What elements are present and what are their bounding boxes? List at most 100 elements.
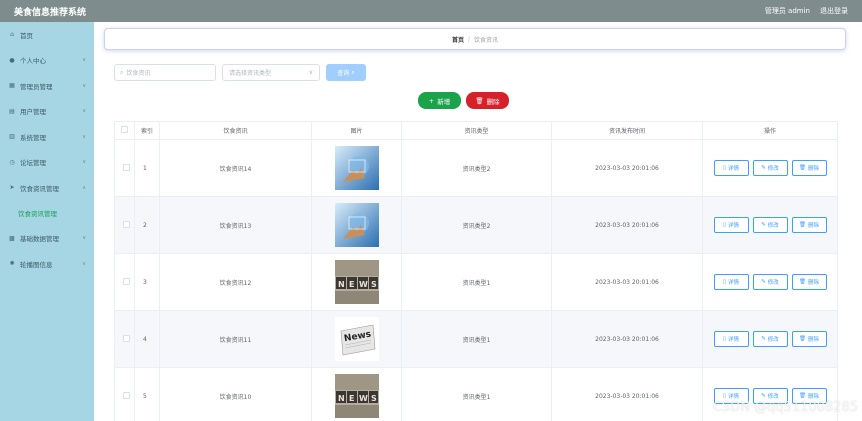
sidebar: ⌂ 首页 ● 个人中心 ∨ ▦ 管理员管理 ∨ ▤ 用户管理 ∨ ▥ 系统管理 …	[0, 22, 94, 421]
select-all-cell[interactable]	[114, 121, 135, 140]
edit-button-label: 修改	[767, 166, 779, 172]
trash-icon: 🗑	[799, 165, 806, 171]
svg-text:E: E	[349, 394, 354, 403]
svg-text:W: W	[359, 394, 368, 403]
sidebar-item-home[interactable]: ⌂ 首页	[0, 22, 94, 48]
edit-button-label: 修改	[767, 223, 779, 229]
search-icon: ⌕	[120, 68, 124, 76]
add-button[interactable]: + 新增	[418, 92, 461, 109]
edit-button-label: 修改	[767, 280, 779, 286]
search-input[interactable]: ⌕ 饮食资讯	[114, 64, 216, 81]
row-checkbox-cell[interactable]	[114, 310, 135, 368]
svg-text:S: S	[371, 394, 377, 403]
table-row: 1 饮食资讯14 资讯类型2 2023-03-03 20:01:06 ▯ 详情 ✎…	[114, 139, 838, 197]
breadcrumb: 首页 / 饮食资讯	[104, 28, 846, 50]
trash-icon: 🗑	[799, 222, 806, 228]
data-table: 索引 饮食资讯 图片 资讯类型 资讯发布时间 操作 1 饮食资讯14 资讯类型2…	[114, 121, 838, 421]
users-icon: ▤	[9, 107, 15, 115]
top-bar: 美食信息推荐系统 管理员 admin 退出登录	[0, 0, 862, 22]
row-checkbox-cell[interactable]	[114, 139, 135, 197]
chevron-down-icon: ∨	[82, 82, 86, 89]
row-checkbox-cell[interactable]	[114, 253, 135, 311]
table-row: 3 饮食资讯12 N E W S 资讯类型1 2023-03-03 20:01:…	[114, 253, 838, 311]
database-icon: ▩	[9, 234, 15, 242]
trash-icon: 🗑	[475, 96, 484, 105]
delete-button[interactable]: 🗑 删除	[791, 274, 827, 290]
user-icon: ●	[9, 56, 15, 64]
table-row: 4 饮食资讯11 News 资讯类型1 2023-03-03 20:01:06 …	[114, 310, 838, 368]
sidebar-item-profile[interactable]: ● 个人中心 ∨	[0, 48, 94, 74]
edit-icon: ✎	[761, 279, 766, 285]
sidebar-item-food-news[interactable]: ➤ 饮食资讯管理 ∧	[0, 175, 94, 201]
detail-button[interactable]: ▯ 详情	[713, 160, 749, 176]
logout-link[interactable]: 退出登录	[820, 6, 848, 16]
row-checkbox[interactable]	[123, 391, 130, 399]
svg-text:S: S	[371, 280, 377, 289]
detail-button[interactable]: ▯ 详情	[713, 274, 749, 290]
sidebar-subitem-food-news[interactable]: 饮食资讯管理	[0, 201, 94, 226]
delete-button[interactable]: 🗑 删除	[791, 331, 827, 347]
row-checkbox[interactable]	[123, 163, 130, 171]
edit-icon: ✎	[761, 393, 766, 399]
column-header-image: 图片	[311, 121, 402, 140]
news-image-blocks: N E W S	[334, 374, 379, 418]
row-checkbox-cell[interactable]	[114, 196, 135, 254]
document-icon: ▯	[722, 336, 726, 342]
admin-icon: ▦	[9, 82, 15, 90]
sidebar-item-label: 系统管理	[20, 133, 46, 142]
row-checkbox[interactable]	[123, 277, 130, 285]
row-time: 2023-03-03 20:01:06	[551, 139, 703, 197]
row-checkbox[interactable]	[123, 220, 130, 228]
row-type: 资讯类型1	[401, 253, 552, 311]
detail-button[interactable]: ▯ 详情	[713, 331, 749, 347]
edit-button[interactable]: ✎ 修改	[752, 331, 788, 347]
edit-button[interactable]: ✎ 修改	[752, 217, 788, 233]
document-icon: ▯	[722, 279, 726, 285]
sidebar-item-system[interactable]: ▥ 系统管理 ∨	[0, 124, 94, 150]
current-user-label[interactable]: 管理员 admin	[765, 6, 810, 16]
sidebar-item-label: 个人中心	[20, 57, 46, 66]
detail-button[interactable]: ▯ 详情	[713, 217, 749, 233]
sidebar-item-forum[interactable]: ◷ 论坛管理 ∨	[0, 150, 94, 176]
trash-icon: 🗑	[799, 393, 806, 399]
sidebar-item-label: 轮播图信息	[20, 260, 53, 269]
sidebar-item-users[interactable]: ▤ 用户管理 ∨	[0, 99, 94, 125]
row-checkbox[interactable]	[123, 334, 130, 342]
edit-button-label: 修改	[767, 337, 779, 343]
row-checkbox-cell[interactable]	[114, 367, 135, 421]
top-right-links: 管理员 admin 退出登录	[765, 6, 848, 16]
chevron-down-icon: ∨	[82, 235, 86, 242]
row-image-cell: N E W S	[311, 367, 402, 421]
query-button[interactable]: 查询 ⌕	[326, 64, 366, 81]
delete-button[interactable]: 🗑 删除	[791, 160, 827, 176]
sidebar-item-admin[interactable]: ▦ 管理员管理 ∨	[0, 73, 94, 99]
edit-button[interactable]: ✎ 修改	[752, 274, 788, 290]
delete-button[interactable]: 🗑 删除	[791, 217, 827, 233]
row-name: 饮食资讯12	[159, 253, 312, 311]
chevron-down-icon: ∨	[308, 69, 313, 76]
add-button-label: 新增	[437, 97, 451, 106]
svg-text:N: N	[338, 280, 345, 289]
select-all-checkbox[interactable]	[121, 126, 128, 133]
row-image-cell: N E W S	[311, 253, 402, 311]
news-image-tech	[334, 146, 379, 190]
search-bar: ⌕ 饮食资讯 请选择资讯类型 ∨ 查询 ⌕	[114, 64, 366, 81]
sidebar-item-base-data[interactable]: ▩ 基础数据管理 ∨	[0, 226, 94, 252]
breadcrumb-home[interactable]: 首页	[452, 35, 464, 44]
chevron-down-icon: ∨	[82, 57, 86, 64]
news-image-tech	[334, 203, 379, 247]
row-name: 饮食资讯14	[159, 139, 312, 197]
sidebar-item-label: 首页	[20, 31, 33, 40]
edit-button[interactable]: ✎ 修改	[752, 160, 788, 176]
type-select-placeholder: 请选择资讯类型	[229, 70, 272, 77]
delete-button-label: 删除	[807, 394, 819, 400]
sidebar-item-label: 用户管理	[20, 108, 46, 117]
row-index: 3	[134, 253, 160, 311]
sidebar-item-label: 饮食资讯管理	[20, 184, 59, 193]
carousel-icon: ✺	[9, 260, 15, 268]
batch-delete-button[interactable]: 🗑 删除	[466, 92, 509, 109]
sidebar-item-carousel[interactable]: ✺ 轮播图信息 ∨	[0, 251, 94, 277]
column-header-index: 索引	[134, 121, 160, 140]
type-select[interactable]: 请选择资讯类型 ∨	[222, 64, 320, 81]
column-header-type: 资讯类型	[401, 121, 552, 140]
